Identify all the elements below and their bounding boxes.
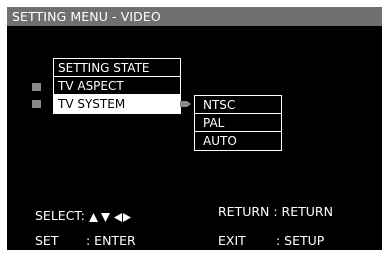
exit-label: EXIT [218, 233, 246, 248]
setup-hint: : SETUP [276, 233, 325, 248]
menu-title: SETTING MENU - VIDEO [12, 9, 161, 24]
submenu-item-auto[interactable]: AUTO [195, 132, 281, 150]
return-hint: RETURN : RETURN [218, 204, 333, 219]
tv-system-submenu: NTSC PAL AUTO [194, 95, 282, 151]
left-triangle-icon [113, 212, 122, 222]
enter-hint: : ENTER [86, 233, 136, 248]
bullet-icon [32, 83, 41, 91]
submenu-item-label: AUTO [203, 134, 237, 148]
select-hint: SELECT: [35, 208, 131, 224]
submenu-item-label: NTSC [203, 98, 236, 112]
submenu-item-pal[interactable]: PAL [195, 114, 281, 132]
up-triangle-icon [88, 212, 98, 222]
bullet-icon [32, 100, 41, 108]
menu-item-tv-system[interactable]: TV SYSTEM [54, 95, 180, 113]
set-label: SET [35, 233, 59, 248]
select-label: SELECT: [35, 208, 85, 223]
osd-screen: SETTING MENU - VIDEO SETTING STATE TV AS… [7, 7, 382, 250]
menu-item-setting-state[interactable]: SETTING STATE [54, 59, 180, 77]
submenu-item-label: PAL [203, 116, 225, 130]
menu-item-label: TV SYSTEM [58, 97, 126, 111]
menu-item-label: TV ASPECT [58, 79, 124, 93]
submenu-item-ntsc[interactable]: NTSC [195, 96, 281, 114]
submenu-pointer-icon [180, 101, 191, 107]
menu-title-bar: SETTING MENU - VIDEO [7, 7, 382, 26]
menu-item-label: SETTING STATE [58, 61, 150, 75]
down-triangle-icon [100, 212, 110, 222]
menu-item-tv-aspect[interactable]: TV ASPECT [54, 77, 180, 95]
right-triangle-icon [122, 212, 131, 222]
setting-menu-list: SETTING STATE TV ASPECT TV SYSTEM [53, 58, 181, 114]
arrow-keys-icon [88, 212, 131, 222]
